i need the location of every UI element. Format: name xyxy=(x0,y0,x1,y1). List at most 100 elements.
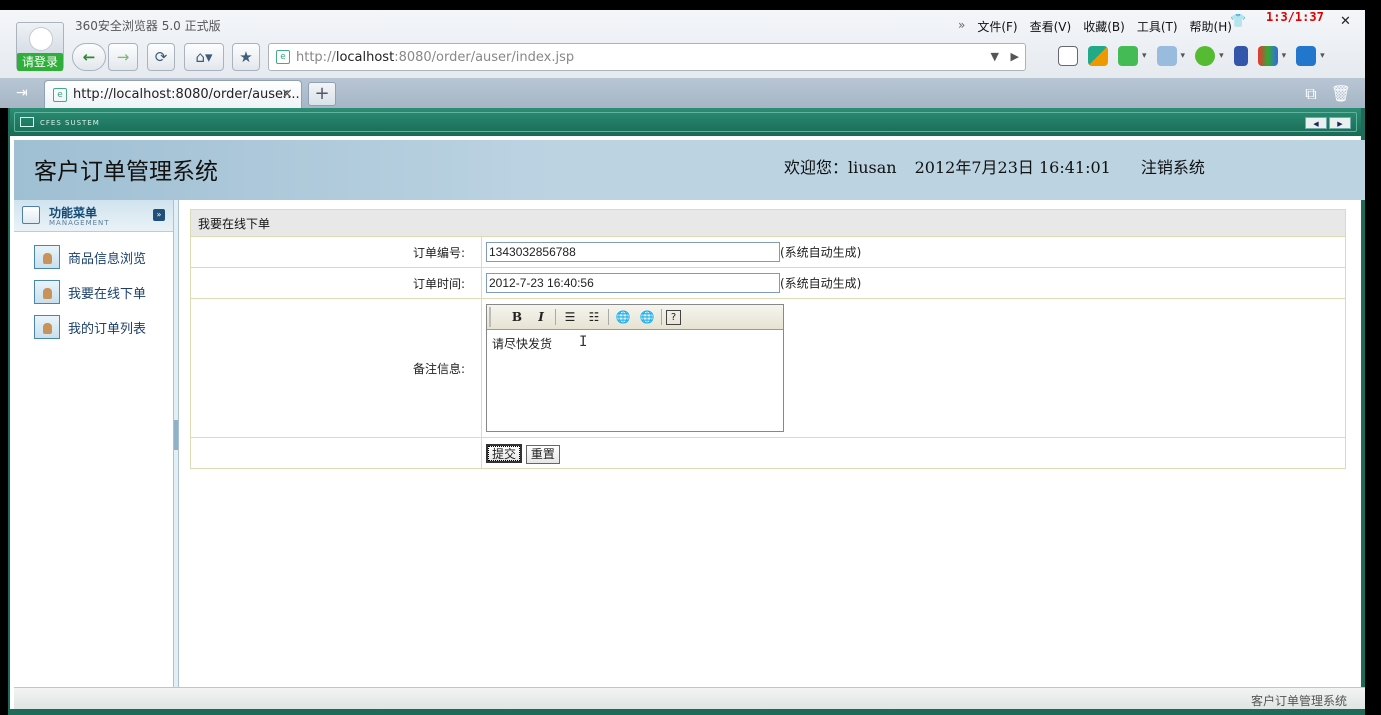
remark-textarea[interactable]: 请尽快发货 I xyxy=(487,330,783,431)
arrow-left-icon: ← xyxy=(82,48,96,66)
form-caption: 我要在线下单 xyxy=(190,209,1346,237)
navigation-row: ← → ⟳ ⌂▾ ★ e http://localhost:8080/order… xyxy=(72,43,1362,71)
collapse-icon[interactable]: » xyxy=(153,209,165,221)
address-rest: :8080/order/auser/index.jsp xyxy=(394,49,575,65)
smiley-icon[interactable] xyxy=(1195,46,1216,66)
menu-favorites[interactable]: 收藏(B) xyxy=(1083,18,1125,35)
editor-toolbar: B I ☰ ☷ 🌐 🌐 ? xyxy=(487,305,783,330)
logout-link[interactable]: 注销系统 xyxy=(1141,154,1205,178)
italic-icon[interactable]: I xyxy=(531,307,551,327)
bold-icon[interactable]: B xyxy=(507,307,527,327)
sidebar: 功能菜单 MANAGEMENT » 商品信息浏览 我要在线下单 我的订单列表 xyxy=(14,200,174,687)
remove-link-icon[interactable]: 🌐 xyxy=(637,307,657,327)
tab-row: ⇥ e http://localhost:8080/order/auser...… xyxy=(0,78,1365,108)
key-icon[interactable] xyxy=(1233,46,1248,66)
close-window-icon[interactable]: ✕ xyxy=(1340,14,1351,29)
menu-file[interactable]: 文件(F) xyxy=(977,18,1017,35)
chevron-right-icon[interactable]: » xyxy=(958,18,965,35)
home-button[interactable]: ⌂▾ xyxy=(184,43,224,71)
sidebar-subtitle: MANAGEMENT xyxy=(49,219,110,227)
trash-icon[interactable]: 🗑 xyxy=(1331,84,1351,104)
skin-icon[interactable]: 👕 xyxy=(1230,14,1246,29)
app-bar-nav: ◀ ▶ xyxy=(1305,117,1351,129)
chevron-down-icon[interactable]: ▾ xyxy=(1142,51,1147,61)
text-cursor-icon: I xyxy=(579,334,588,350)
app-window: CFES SUSTEM ◀ ▶ 客户订单管理系统 欢迎您：liusan 2012… xyxy=(8,108,1365,715)
apps-icon[interactable] xyxy=(1257,46,1278,66)
star-icon: ★ xyxy=(239,48,253,66)
video-icon[interactable] xyxy=(1296,46,1317,66)
menu-tools[interactable]: 工具(T) xyxy=(1137,18,1178,35)
sidebar-item-label: 我要在线下单 xyxy=(68,286,147,302)
order-time-input[interactable]: 2012-7-23 16:40:56 xyxy=(486,273,780,293)
chevron-down-icon[interactable]: ▾ xyxy=(1282,51,1287,61)
order-time-hint: (系统自动生成) xyxy=(780,276,862,291)
address-bar[interactable]: e http://localhost:8080/order/auser/inde… xyxy=(268,43,1026,71)
menu-icon xyxy=(22,206,40,224)
forward-button[interactable]: → xyxy=(108,43,138,71)
buttons-cell: 提交 重置 xyxy=(481,437,1346,469)
sidebar-item-label: 商品信息浏览 xyxy=(68,251,147,267)
order-no-input[interactable]: 1343032856788 xyxy=(486,242,780,262)
order-no-hint: (系统自动生成) xyxy=(780,245,862,260)
order-no-cell: 1343032856788 (系统自动生成) xyxy=(481,236,1346,268)
welcome-text: 欢迎您：liusan xyxy=(784,158,897,177)
screenshot-icon[interactable] xyxy=(1156,46,1177,66)
close-tab-icon[interactable]: × xyxy=(281,86,293,102)
app-top-bar-frame xyxy=(14,112,1357,132)
restore-tabs-icon[interactable]: ⧉ xyxy=(1305,84,1316,104)
reset-button[interactable]: 重置 xyxy=(525,444,560,464)
current-datetime: 2012年7月23日 16:41:01 xyxy=(914,158,1111,177)
next-icon[interactable]: ▶ xyxy=(1329,117,1351,129)
address-host: localhost xyxy=(335,49,395,65)
help-icon[interactable]: ? xyxy=(666,309,681,325)
chevron-down-icon[interactable]: ▾ xyxy=(1181,51,1186,61)
order-time-label: 订单时间: xyxy=(190,267,482,299)
time-overlay: 1:3/1:37 xyxy=(1266,10,1324,24)
insert-link-icon[interactable]: 🌐 xyxy=(613,307,633,327)
app-bottom-bar xyxy=(10,709,1361,715)
buttons-label-cell xyxy=(190,437,482,469)
sidebar-item-product-browse[interactable]: 商品信息浏览 xyxy=(34,245,146,269)
chevron-down-icon[interactable]: ▼ xyxy=(991,50,999,63)
toolbar-separator xyxy=(555,309,556,325)
submit-button[interactable]: 提交 xyxy=(486,443,523,463)
menu-view[interactable]: 查看(V) xyxy=(1030,18,1072,35)
tab-active[interactable]: e http://localhost:8080/order/auser... × xyxy=(44,80,302,108)
refresh-button[interactable]: ⟳ xyxy=(147,43,175,71)
browser-chrome: 请登录 360安全浏览器 5.0 正式版 » 文件(F) 查看(V) 收藏(B)… xyxy=(0,10,1365,108)
monitor-icon xyxy=(20,117,34,127)
ie-page-icon: e xyxy=(276,50,290,64)
toolbar-separator xyxy=(608,309,609,325)
ordered-list-icon[interactable]: ☰ xyxy=(560,307,580,327)
back-button[interactable]: ← xyxy=(72,43,106,71)
user-card-icon xyxy=(34,245,60,269)
translate-icon[interactable] xyxy=(1118,46,1138,66)
sidebar-splitter[interactable] xyxy=(174,200,179,687)
rich-text-editor: B I ☰ ☷ 🌐 🌐 ? 请尽快发货 I xyxy=(486,304,784,432)
browser-title: 360安全浏览器 5.0 正式版 xyxy=(75,19,221,33)
cube-icon[interactable] xyxy=(1088,46,1108,66)
refresh-icon: ⟳ xyxy=(154,48,168,66)
new-tab-button[interactable]: + xyxy=(308,82,336,106)
avatar-head xyxy=(29,27,53,51)
prev-icon[interactable]: ◀ xyxy=(1305,117,1327,129)
go-icon[interactable]: ▶ xyxy=(1011,50,1019,63)
user-card-icon xyxy=(34,315,60,339)
unordered-list-icon[interactable]: ☷ xyxy=(584,307,604,327)
remark-cell: B I ☰ ☷ 🌐 🌐 ? 请尽快发货 I xyxy=(481,298,1346,438)
toolbar-separator xyxy=(661,309,662,325)
favorite-button[interactable]: ★ xyxy=(232,43,260,71)
system-title: 客户订单管理系统 xyxy=(34,159,218,185)
chevron-down-icon[interactable]: ▾ xyxy=(1219,51,1224,61)
remark-text: 请尽快发货 xyxy=(492,337,553,351)
sidebar-item-order-list[interactable]: 我的订单列表 xyxy=(34,315,146,339)
app-top-bar: CFES SUSTEM ◀ ▶ xyxy=(10,108,1361,136)
shield-icon[interactable] xyxy=(1058,46,1078,66)
login-button[interactable]: 请登录 xyxy=(17,53,63,71)
chevron-down-icon[interactable]: ▾ xyxy=(1320,51,1325,61)
menu-help[interactable]: 帮助(H) xyxy=(1190,18,1232,35)
sidebar-toggle-icon[interactable]: ⇥ xyxy=(16,85,28,101)
order-form: 我要在线下单 订单编号: 1343032856788 (系统自动生成) 订单时间:… xyxy=(190,209,1346,469)
sidebar-item-place-order[interactable]: 我要在线下单 xyxy=(34,280,146,304)
